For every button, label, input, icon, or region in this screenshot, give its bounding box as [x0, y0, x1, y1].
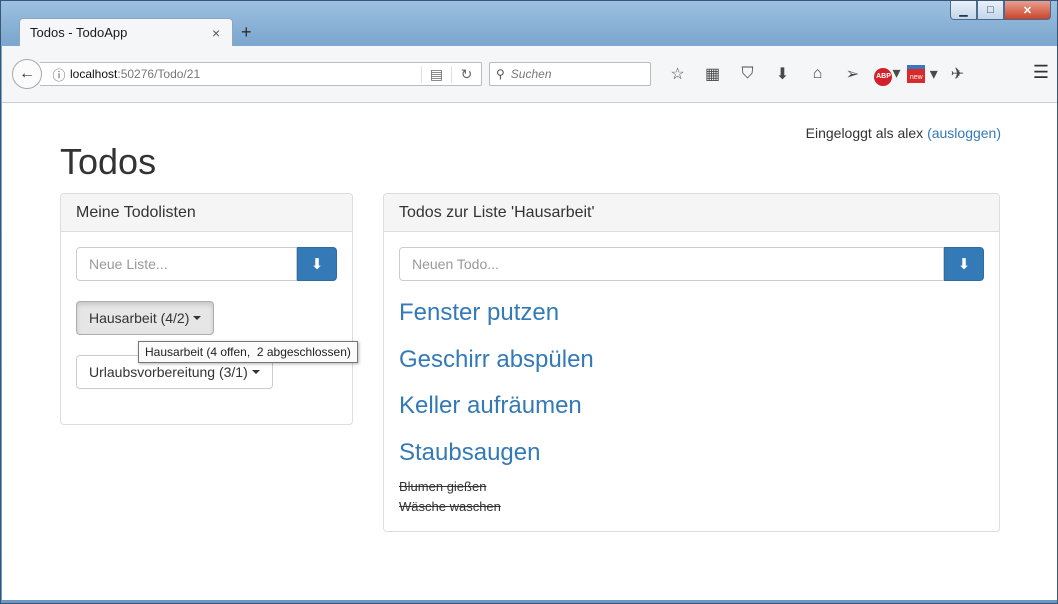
send-icon[interactable]: ➢: [835, 64, 870, 84]
url-path: :50276/Todo/21: [117, 67, 201, 81]
new-list-group: Neue Liste... ⬇: [76, 247, 337, 281]
browser-toolbar: ⓘ localhost:50276/Todo/21 ▤ ↻ ← ⚲ Suchen…: [2, 46, 1057, 103]
save-list-button[interactable]: ⬇: [297, 247, 337, 281]
new-badge: new: [907, 65, 926, 83]
download-icon[interactable]: ⬇: [765, 64, 800, 84]
done-todo-item[interactable]: Blumen gießen: [399, 479, 486, 494]
download-icon: ⬇: [957, 256, 971, 273]
back-arrow-icon: ←: [19, 65, 35, 82]
list-label: Urlaubsvorbereitung (3/1): [89, 364, 248, 380]
download-icon: ⬇: [310, 256, 324, 273]
search-icon: ⚲: [496, 67, 505, 81]
done-todo-item[interactable]: Wäsche waschen: [399, 499, 501, 514]
tab-title: Todos - TodoApp: [30, 25, 128, 40]
list-dropdown-hausarbeit[interactable]: Hausarbeit (4/2): [76, 301, 215, 335]
new-list-input[interactable]: Neue Liste...: [76, 247, 297, 281]
minimize-button[interactable]: ▁: [950, 1, 977, 20]
login-status: Eingeloggt als alex (ausloggen): [806, 125, 1001, 141]
save-todo-button[interactable]: ⬇: [944, 247, 984, 281]
panel-heading: Todos zur Liste 'Hausarbeit': [384, 194, 999, 232]
browser-tab[interactable]: Todos - TodoApp ×: [19, 18, 233, 46]
new-tab-button[interactable]: +: [241, 22, 252, 43]
caret-down-icon: [193, 316, 202, 320]
new-badge-icon[interactable]: new ▾: [905, 64, 940, 84]
list-label: Hausarbeit (4/2): [89, 310, 190, 326]
reading-list-icon[interactable]: ▦: [695, 64, 730, 84]
new-todo-input[interactable]: Neuen Todo...: [399, 247, 944, 281]
pocket-icon[interactable]: ⛉: [730, 65, 765, 83]
reload-icon[interactable]: ↻: [451, 65, 481, 83]
caret-down-icon: [251, 370, 260, 374]
url-text[interactable]: localhost:50276/Todo/21: [70, 67, 421, 81]
new-todo-group: Neuen Todo... ⬇: [399, 247, 984, 281]
extension-icon[interactable]: ✈: [940, 64, 975, 84]
home-icon[interactable]: ⌂: [800, 65, 835, 83]
back-button[interactable]: ←: [12, 59, 42, 89]
todo-item[interactable]: Keller aufräumen: [399, 392, 582, 420]
page-content: Eingeloggt als alex (ausloggen) Todos Me…: [2, 103, 1057, 600]
window-controls: ▁ □ ✕: [950, 1, 1051, 20]
todo-item[interactable]: Geschirr abspülen: [399, 346, 594, 374]
browser-window: ▁ □ ✕ Todos - TodoApp × + ⓘ localhost:50…: [0, 0, 1058, 604]
tab-close-icon[interactable]: ×: [212, 25, 232, 41]
todo-item[interactable]: Fenster putzen: [399, 299, 559, 327]
toolbar-icons: ☆ ▦ ⛉ ⬇ ⌂ ➢ ABP ▾ new ▾ ✈: [660, 62, 975, 86]
bookmark-star-icon[interactable]: ☆: [660, 64, 695, 84]
adblock-plus-icon[interactable]: ABP ▾: [870, 63, 905, 86]
reader-view-icon[interactable]: ▤: [421, 65, 451, 83]
search-bar[interactable]: ⚲ Suchen: [489, 62, 651, 86]
login-text: Eingeloggt als alex: [805, 125, 924, 141]
site-info-icon[interactable]: ⓘ: [48, 65, 70, 84]
todo-item[interactable]: Staubsaugen: [399, 439, 540, 467]
address-bar[interactable]: ⓘ localhost:50276/Todo/21 ▤ ↻: [40, 62, 482, 86]
hamburger-menu-icon[interactable]: ☰: [1033, 62, 1049, 83]
page-title: Todos: [60, 141, 157, 182]
abp-badge: ABP: [874, 67, 893, 86]
search-placeholder: Suchen: [510, 67, 552, 81]
tooltip: Hausarbeit (4 offen, 2 abgeschlossen): [138, 341, 358, 363]
url-host: localhost: [70, 67, 118, 81]
close-window-button[interactable]: ✕: [1004, 1, 1051, 20]
logout-link[interactable]: (ausloggen): [927, 125, 1001, 141]
maximize-button[interactable]: □: [977, 1, 1004, 20]
panel-heading: Meine Todolisten: [61, 194, 352, 232]
